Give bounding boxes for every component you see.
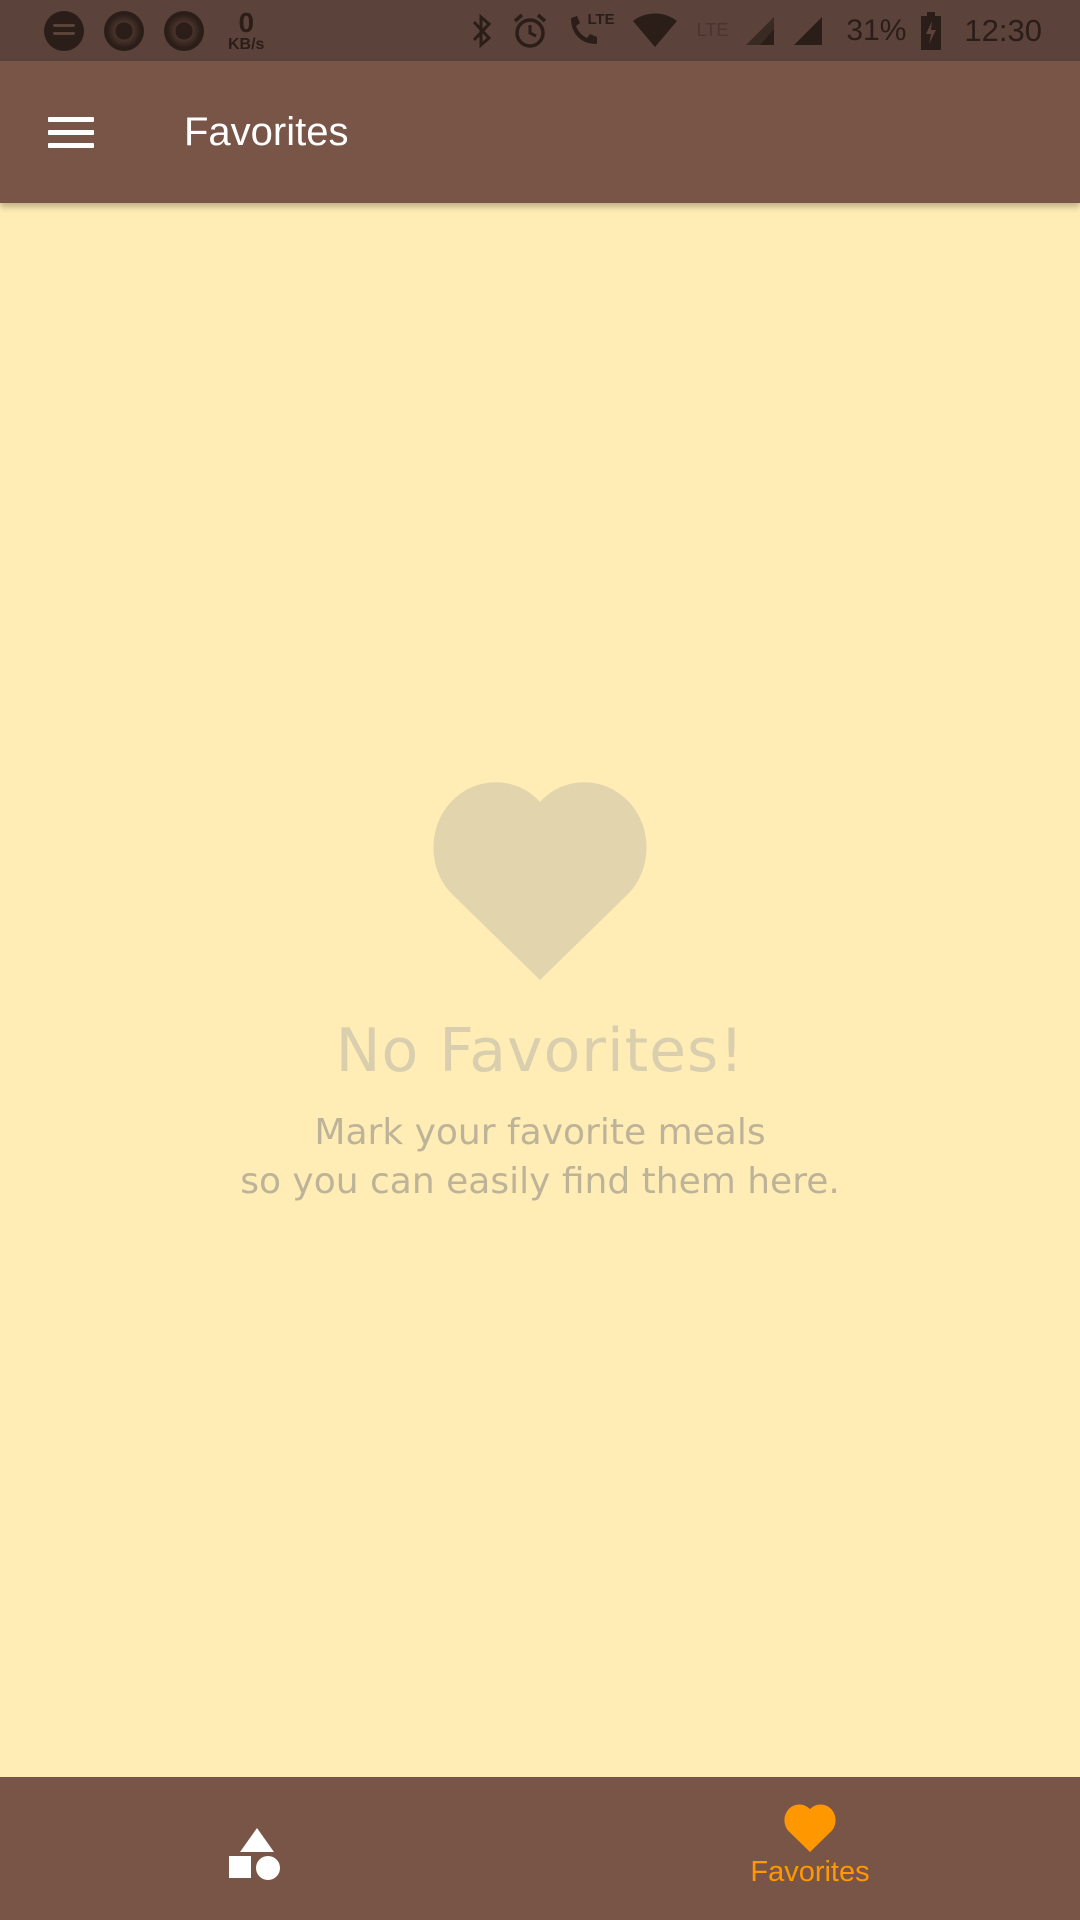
nav-item-categories[interactable] bbox=[0, 1777, 540, 1920]
hamburger-menu-icon-line bbox=[48, 129, 94, 135]
nav-label-favorites: Favorites bbox=[750, 1856, 870, 1888]
wifi-icon bbox=[631, 13, 679, 49]
battery-percent: 31% bbox=[846, 13, 907, 47]
status-bar-left: 0 KB/s bbox=[44, 0, 264, 61]
page-title: Favorites bbox=[184, 110, 349, 154]
heart-icon bbox=[784, 1804, 836, 1852]
menu-button[interactable] bbox=[26, 96, 116, 168]
heart-icon bbox=[433, 782, 647, 980]
signal-icon-sim2 bbox=[792, 15, 824, 47]
status-bar-right: LTE LTE 31% 12:30 bbox=[453, 0, 1042, 61]
volte-label: LTE bbox=[587, 11, 615, 28]
battery-charging-icon bbox=[920, 11, 942, 50]
notification-app-icon bbox=[104, 10, 144, 51]
notification-app-icon-2 bbox=[164, 10, 204, 51]
network-speed-value: 0 bbox=[238, 6, 255, 38]
empty-state-title: No Favorites! bbox=[335, 1016, 745, 1086]
categories-icon bbox=[229, 1827, 289, 1882]
app-bar: Favorites bbox=[0, 61, 1080, 203]
nav-item-favorites[interactable]: Favorites bbox=[540, 1777, 1080, 1920]
status-bar: 0 KB/s LTE LTE 31% 12:30 bbox=[0, 0, 1080, 61]
lte-label: LTE bbox=[696, 20, 729, 40]
hamburger-menu-icon bbox=[48, 116, 94, 122]
empty-state-message: Mark your favorite meals so you can easi… bbox=[240, 1112, 840, 1202]
network-speed: 0 KB/s bbox=[228, 6, 265, 53]
alarm-icon bbox=[511, 12, 549, 50]
clock: 12:30 bbox=[964, 12, 1042, 48]
spotify-icon bbox=[44, 10, 84, 51]
volte-call-icon: LTE bbox=[565, 11, 615, 50]
bottom-navigation: Favorites bbox=[0, 1777, 1080, 1920]
signal-icon-sim1 bbox=[744, 15, 776, 47]
network-speed-unit: KB/s bbox=[228, 35, 265, 53]
empty-state: No Favorites! Mark your favorite meals s… bbox=[0, 780, 1080, 1206]
hamburger-menu-icon-line bbox=[48, 142, 94, 148]
bluetooth-icon bbox=[469, 13, 495, 49]
